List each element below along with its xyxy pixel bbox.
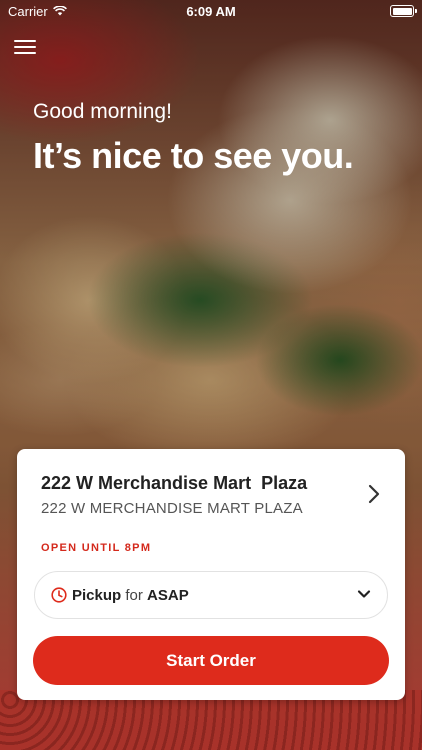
store-card: 222 W Merchandise Mart Plaza 222 W MERCH… bbox=[17, 449, 405, 700]
status-bar: Carrier 6:09 AM bbox=[0, 0, 422, 22]
welcome-headline: It’s nice to see you. bbox=[33, 135, 354, 176]
pickup-summary: Pickup for ASAP bbox=[72, 587, 189, 604]
store-selector[interactable]: 222 W Merchandise Mart Plaza 222 W MERCH… bbox=[17, 449, 405, 529]
hamburger-menu-icon[interactable] bbox=[14, 38, 36, 56]
wifi-icon bbox=[52, 6, 67, 16]
pickup-time-select[interactable]: Pickup for ASAP bbox=[34, 571, 388, 619]
carrier-label: Carrier bbox=[8, 3, 48, 19]
store-name: 222 W Merchandise Mart Plaza bbox=[41, 473, 308, 493]
chevron-right-icon bbox=[368, 484, 380, 504]
pickup-mode: Pickup bbox=[72, 586, 122, 604]
carrier-indicator: Carrier bbox=[8, 4, 67, 19]
pickup-connector: for bbox=[125, 586, 143, 604]
start-order-button[interactable]: Start Order bbox=[33, 636, 389, 685]
open-status-label: OPEN UNTIL 8PM bbox=[41, 542, 152, 554]
store-address: 222 W MERCHANDISE MART PLAZA bbox=[41, 500, 303, 517]
chevron-down-icon bbox=[357, 590, 371, 598]
pickup-time: ASAP bbox=[147, 586, 189, 604]
clock-icon bbox=[51, 587, 67, 603]
battery-icon bbox=[390, 5, 417, 17]
greeting-text: Good morning! bbox=[33, 100, 172, 123]
